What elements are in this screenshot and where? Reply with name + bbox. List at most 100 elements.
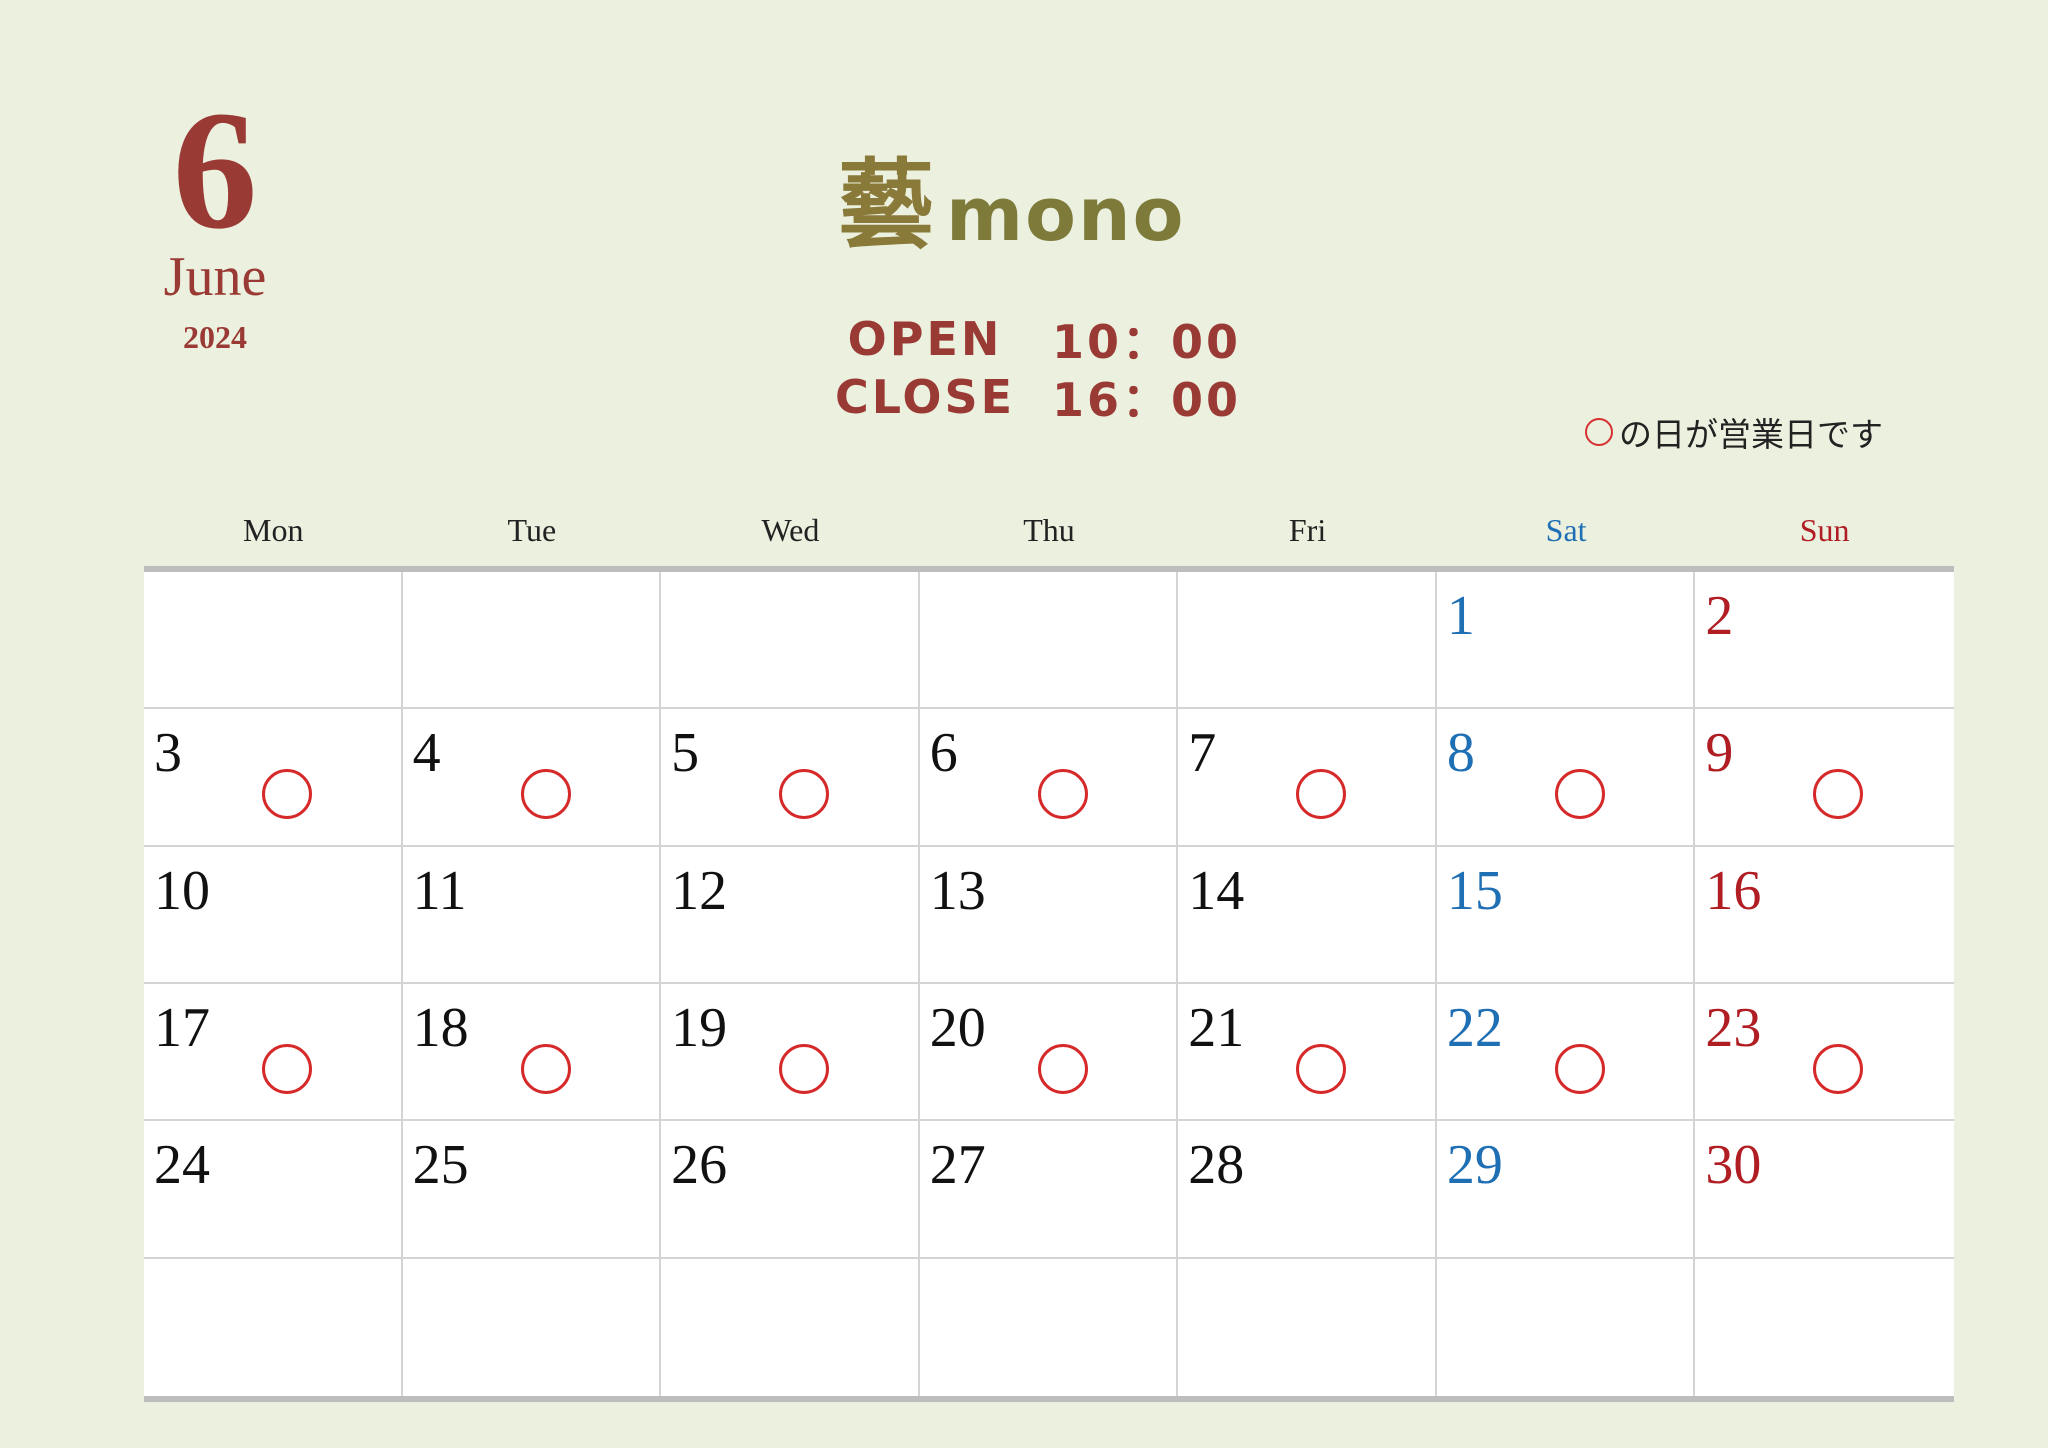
day-number: 27 (929, 1134, 986, 1197)
open-day-circle-icon (520, 769, 571, 820)
open-day-circle-icon (1296, 769, 1347, 820)
year: 2024 (183, 319, 247, 355)
weekday-wed: Wed (761, 512, 820, 548)
open-day-circle-icon (1037, 769, 1088, 820)
day-cell-sun: 23 (1695, 984, 1954, 1122)
open-day-circle-icon (520, 1043, 571, 1094)
month-number: 6 (172, 76, 258, 264)
day-cell-wed (661, 572, 920, 710)
day-number: 2 (1705, 585, 1734, 647)
day-cell-sat: 29 (1436, 1121, 1696, 1259)
day-cell-sun (1695, 1259, 1954, 1396)
day-cell-sun: 2 (1695, 572, 1954, 710)
open-day-circle-icon (262, 769, 312, 820)
logo-kanji: 藝 (838, 149, 934, 258)
legend-note: の日が営業日です (1585, 408, 1883, 456)
day-cell-tue (403, 1258, 662, 1396)
day-number: 25 (412, 1134, 469, 1197)
day-cell-fri (1178, 1258, 1437, 1396)
day-number: 1 (1446, 585, 1475, 647)
day-cell-thu (920, 1258, 1179, 1396)
day-cell-mon (144, 572, 403, 710)
day-number: 21 (1188, 996, 1245, 1059)
day-cell-tue (402, 572, 662, 710)
open-day-circle-icon (1813, 769, 1864, 820)
day-number: 24 (154, 1134, 210, 1197)
open-day-circle-icon (1037, 1043, 1088, 1094)
day-number: 12 (671, 859, 728, 922)
day-cell-sat: 8 (1436, 709, 1696, 847)
weekday-mon: Mon (243, 512, 304, 548)
weekday-fri: Fri (1288, 512, 1327, 548)
day-cell-mon: 24 (144, 1121, 403, 1259)
day-number: 5 (671, 722, 700, 785)
day-cell-tue: 18 (402, 983, 662, 1122)
day-number: 20 (929, 996, 986, 1059)
day-cell-mon (144, 1258, 403, 1396)
open-row: OPEN 10：00 (810, 310, 1250, 369)
day-cell-sun: 16 (1695, 847, 1954, 984)
day-cell-sun: 9 (1695, 709, 1954, 847)
legend-note-text: の日が営業日です (1619, 415, 1883, 454)
day-number: 28 (1188, 1134, 1245, 1197)
day-cell-tue: 11 (402, 846, 662, 984)
day-number: 18 (412, 996, 469, 1059)
open-time: 10：00 (1052, 315, 1242, 369)
weekday-header: Mon Tue Wed Thu Fri Sat Sun (144, 512, 1954, 549)
day-cell-sat: 1 (1436, 572, 1696, 710)
day-number: 22 (1446, 996, 1503, 1059)
weekday-tue: Tue (507, 512, 557, 548)
business-hours: OPEN 10：00 CLOSE 16：00 (810, 310, 1250, 427)
open-day-circle-icon (1554, 1043, 1605, 1094)
day-cell-mon: 3 (144, 709, 403, 847)
day-cell-fri: 28 (1178, 1121, 1437, 1259)
close-label: CLOSE (834, 370, 1016, 424)
day-cell-mon: 17 (144, 983, 403, 1122)
day-number: 17 (154, 996, 210, 1059)
weekday-sat: Sat (1545, 512, 1587, 548)
day-number: 9 (1705, 722, 1734, 785)
day-number: 23 (1705, 996, 1762, 1059)
day-cell-wed (661, 1258, 920, 1396)
day-number: 3 (154, 722, 182, 785)
day-cell-sat: 15 (1436, 846, 1696, 984)
day-cell-sun: 30 (1695, 1121, 1954, 1259)
close-time: 16：00 (1052, 373, 1242, 427)
day-number: 13 (929, 859, 986, 922)
day-cell-fri (1178, 572, 1437, 710)
day-cell-wed: 12 (661, 846, 920, 984)
day-cell-thu: 6 (919, 709, 1179, 847)
day-cell-mon: 10 (144, 846, 403, 984)
day-cell-fri: 14 (1178, 846, 1437, 984)
day-cell-fri: 7 (1178, 709, 1437, 847)
day-cell-thu (919, 572, 1179, 710)
open-day-circle-icon (262, 1043, 312, 1094)
month-name: June (163, 246, 267, 308)
day-number: 15 (1446, 859, 1503, 922)
month-block: 6 June 2024 (135, 76, 295, 357)
day-number: 7 (1188, 722, 1217, 785)
day-number: 6 (929, 722, 958, 785)
day-number: 29 (1446, 1134, 1503, 1197)
day-cell-wed: 19 (661, 983, 920, 1122)
open-day-circle-icon (779, 1043, 830, 1094)
day-number: 30 (1705, 1134, 1762, 1197)
day-number: 11 (412, 859, 467, 922)
weekday-thu: Thu (1023, 512, 1075, 548)
open-day-circle-icon (1296, 1043, 1347, 1094)
day-cell-thu: 20 (919, 983, 1179, 1122)
open-day-circle-icon (1554, 769, 1605, 820)
day-number: 19 (671, 996, 728, 1059)
day-cell-wed: 5 (661, 709, 920, 847)
day-cell-fri: 21 (1178, 983, 1437, 1122)
day-cell-tue: 4 (402, 709, 662, 847)
day-number: 16 (1705, 859, 1762, 922)
calendar-grid: 1 2 3 4 5 6 7 8 9 10 11 12 13 14 15 16 17 18 19 20 21 22 23 24 2… (144, 566, 1954, 1402)
day-cell-thu: 13 (919, 846, 1179, 984)
open-day-circle-icon (1813, 1043, 1864, 1094)
day-cell-sat (1437, 1258, 1696, 1396)
day-cell-thu: 27 (919, 1121, 1179, 1259)
day-number: 8 (1446, 722, 1475, 785)
day-number: 14 (1188, 859, 1245, 922)
weekday-sun: Sun (1799, 512, 1850, 548)
